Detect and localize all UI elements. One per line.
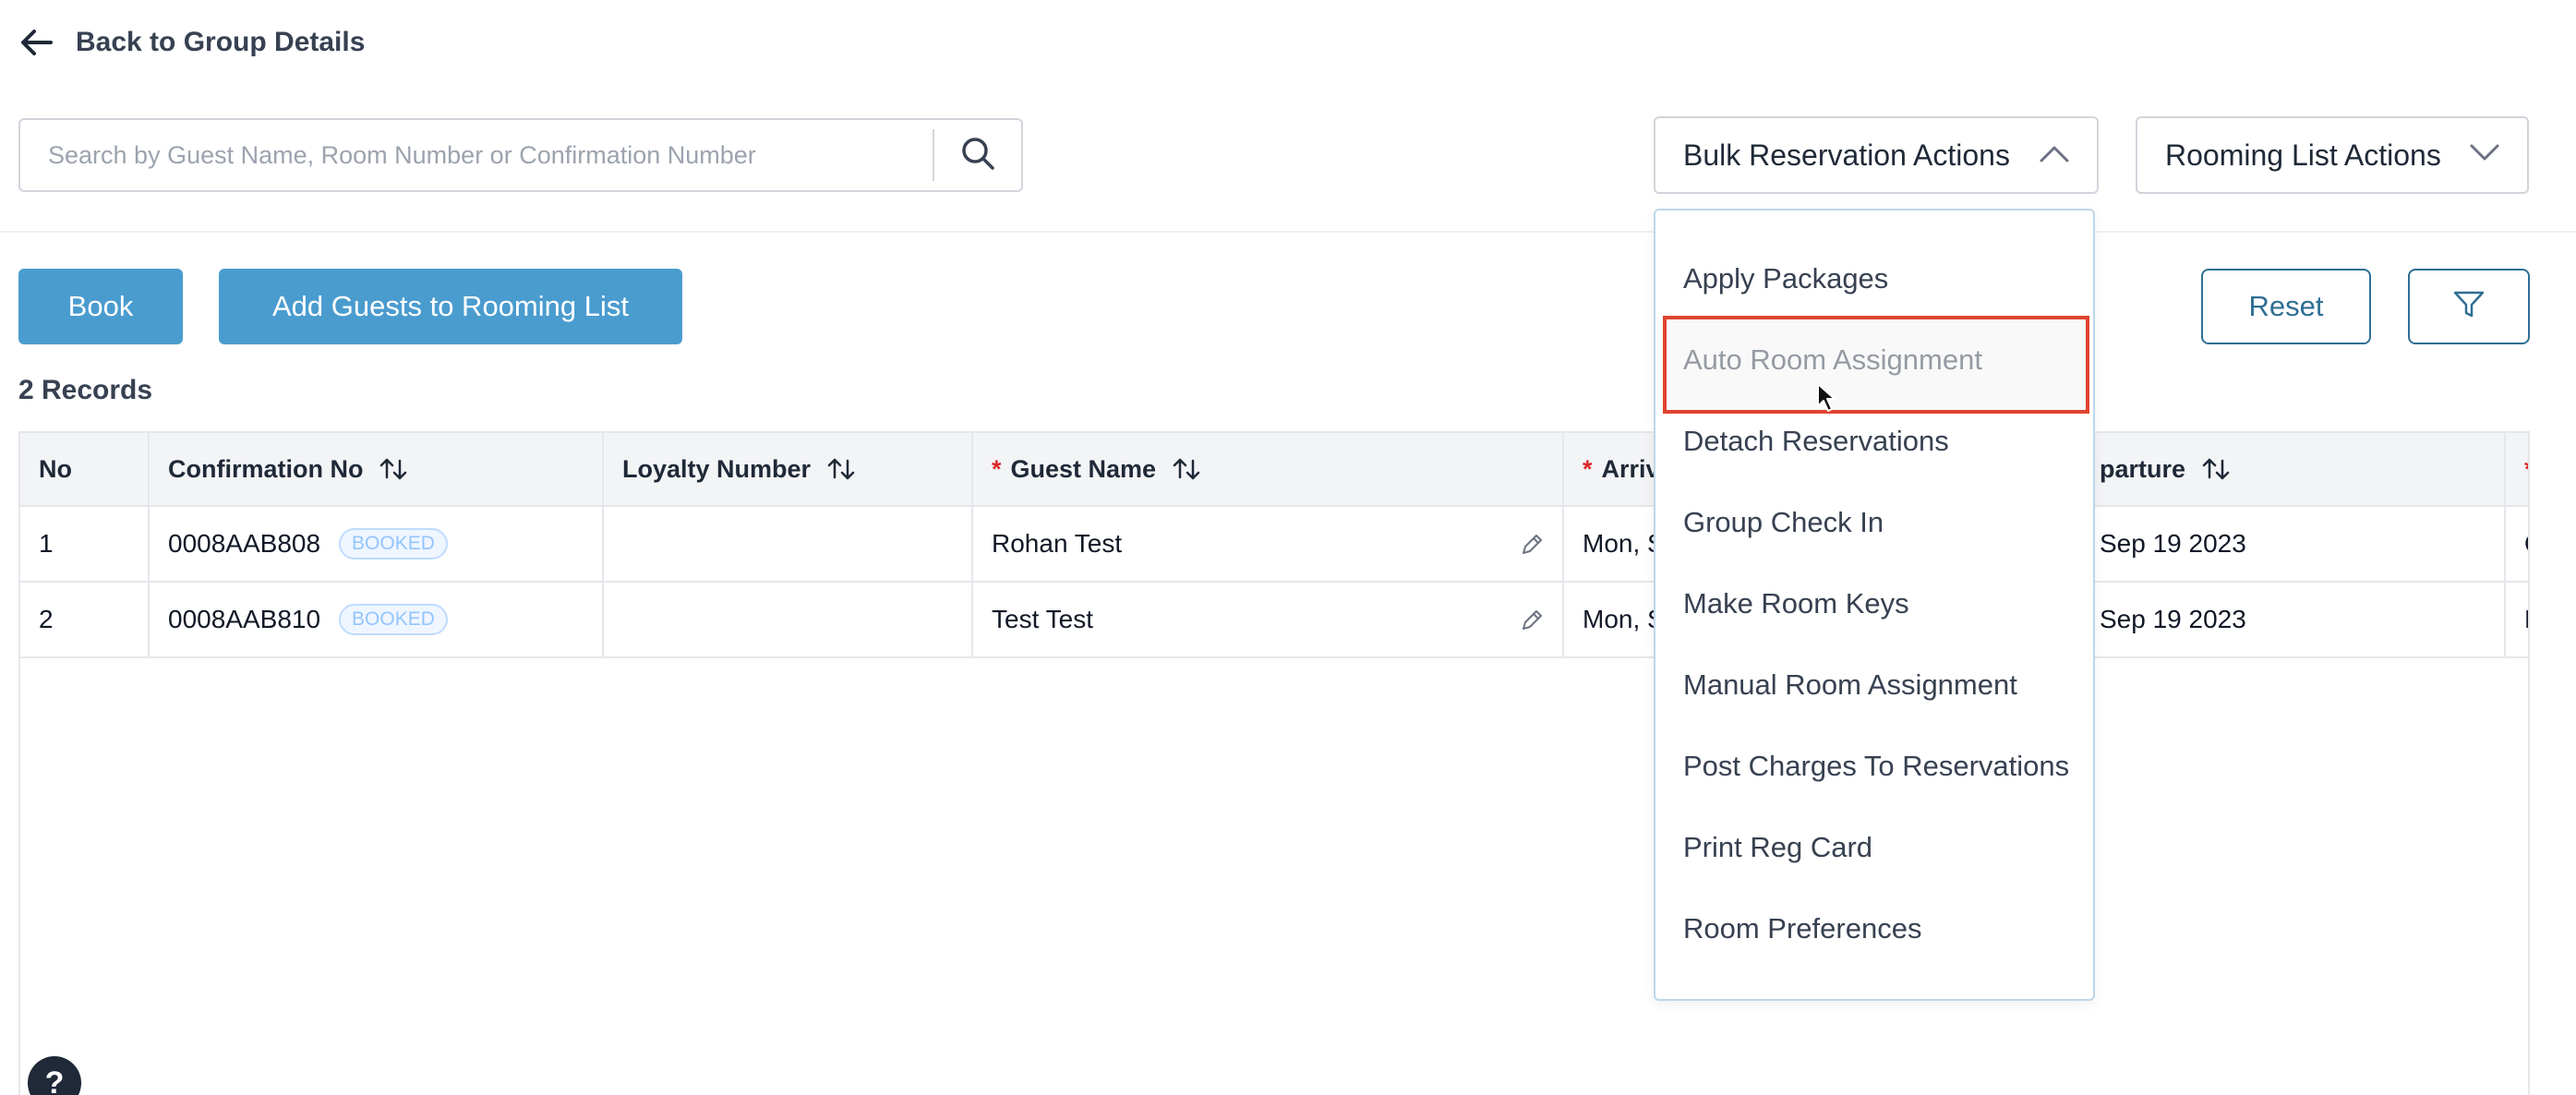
menu-item-apply-packages[interactable]: Apply Packages	[1683, 262, 1888, 295]
menu-item-detach-reservations[interactable]: Detach Reservations	[1683, 425, 1949, 458]
chevron-up-icon	[2040, 144, 2069, 167]
cell-departure: Sep 19 2023	[2081, 583, 2506, 656]
rooming-list-table: No Confirmation No Loyalty Number * Gues…	[18, 431, 2530, 1095]
add-guests-to-rooming-list-button[interactable]: Add Guests to Rooming List	[219, 269, 682, 344]
cell-departure: Sep 19 2023	[2081, 507, 2506, 581]
cell-confirmation: 0008AAB810 BOOKED	[150, 583, 604, 656]
filter-icon	[2453, 291, 2485, 323]
cell-no: 1	[20, 507, 150, 581]
column-header-loyalty[interactable]: Loyalty Number	[604, 433, 973, 505]
required-asterisk: *	[1583, 454, 1593, 483]
column-label: Confirmation No	[168, 454, 364, 483]
required-asterisk: *	[992, 454, 1002, 483]
table-row[interactable]: 1 0008AAB808 BOOKED Rohan Test Mon, S Se…	[20, 507, 2528, 583]
required-asterisk: *	[2524, 455, 2528, 484]
column-label: Arriv	[1601, 454, 1660, 483]
column-label: Guest Name	[1010, 454, 1157, 483]
section-divider	[0, 231, 2576, 233]
search-box	[18, 118, 1023, 192]
book-button[interactable]: Book	[18, 269, 183, 344]
rooming-list-actions-select[interactable]: Rooming List Actions	[2136, 116, 2529, 194]
rooming-actions-label: Rooming List Actions	[2165, 138, 2441, 172]
search-input[interactable]	[20, 120, 933, 190]
filter-button[interactable]	[2408, 269, 2530, 344]
menu-item-post-charges[interactable]: Post Charges To Reservations	[1683, 750, 2069, 783]
back-to-group-details-link[interactable]: Back to Group Details	[18, 24, 365, 61]
arrow-left-icon	[18, 24, 55, 61]
bulk-actions-label: Bulk Reservation Actions	[1683, 138, 2010, 172]
cell-loyalty	[604, 583, 973, 656]
status-badge: BOOKED	[339, 604, 448, 635]
records-count: 2 Records	[18, 375, 153, 405]
reset-button[interactable]: Reset	[2201, 269, 2371, 344]
guest-name: Rohan Test	[992, 529, 1123, 558]
sort-icon[interactable]	[1173, 457, 1200, 481]
mouse-cursor-icon	[1816, 382, 1840, 414]
column-header-confirmation[interactable]: Confirmation No	[150, 433, 604, 505]
guest-name: Test Test	[992, 605, 1093, 633]
cell-no: 2	[20, 583, 150, 656]
table-row[interactable]: 2 0008AAB810 BOOKED Test Test Mon, S Sep…	[20, 583, 2528, 658]
sort-icon[interactable]	[2202, 457, 2230, 481]
hovered-item-highlight	[1663, 316, 2089, 414]
cell-confirmation: 0008AAB808 BOOKED	[150, 507, 604, 581]
cell-loyalty	[604, 507, 973, 581]
chevron-down-icon	[2470, 144, 2499, 167]
pencil-icon[interactable]	[1520, 608, 1544, 639]
confirmation-number[interactable]: 0008AAB810	[168, 605, 320, 634]
back-label: Back to Group Details	[76, 27, 366, 57]
cell-guest-name: Rohan Test	[973, 507, 1564, 581]
menu-item-group-check-in[interactable]: Group Check In	[1683, 506, 1884, 539]
menu-item-make-room-keys[interactable]: Make Room Keys	[1683, 587, 1909, 620]
confirmation-number[interactable]: 0008AAB808	[168, 529, 320, 559]
pencil-icon[interactable]	[1520, 533, 1544, 563]
search-icon	[960, 136, 995, 175]
column-header-departure[interactable]: parture	[2081, 433, 2506, 505]
column-header-guest-name[interactable]: * Guest Name	[973, 433, 1564, 505]
menu-item-manual-room-assignment[interactable]: Manual Room Assignment	[1683, 668, 2017, 702]
status-badge: BOOKED	[339, 528, 448, 560]
sort-icon[interactable]	[827, 457, 855, 481]
cell-room: QR	[2506, 507, 2528, 581]
cell-guest-name: Test Test	[973, 583, 1564, 656]
column-label: Loyalty Number	[622, 454, 812, 483]
search-button[interactable]	[934, 120, 1021, 190]
bulk-reservation-actions-select[interactable]: Bulk Reservation Actions	[1654, 116, 2099, 194]
table-header-row: No Confirmation No Loyalty Number * Gues…	[20, 433, 2528, 507]
menu-item-room-preferences[interactable]: Room Preferences	[1683, 912, 1921, 945]
column-header-room[interactable]: * Ro	[2506, 433, 2528, 505]
column-label: parture	[2100, 454, 2186, 483]
cell-room: KS	[2506, 583, 2528, 656]
column-header-no: No	[20, 433, 150, 505]
menu-item-print-reg-card[interactable]: Print Reg Card	[1683, 831, 1872, 864]
sort-icon[interactable]	[379, 457, 407, 481]
